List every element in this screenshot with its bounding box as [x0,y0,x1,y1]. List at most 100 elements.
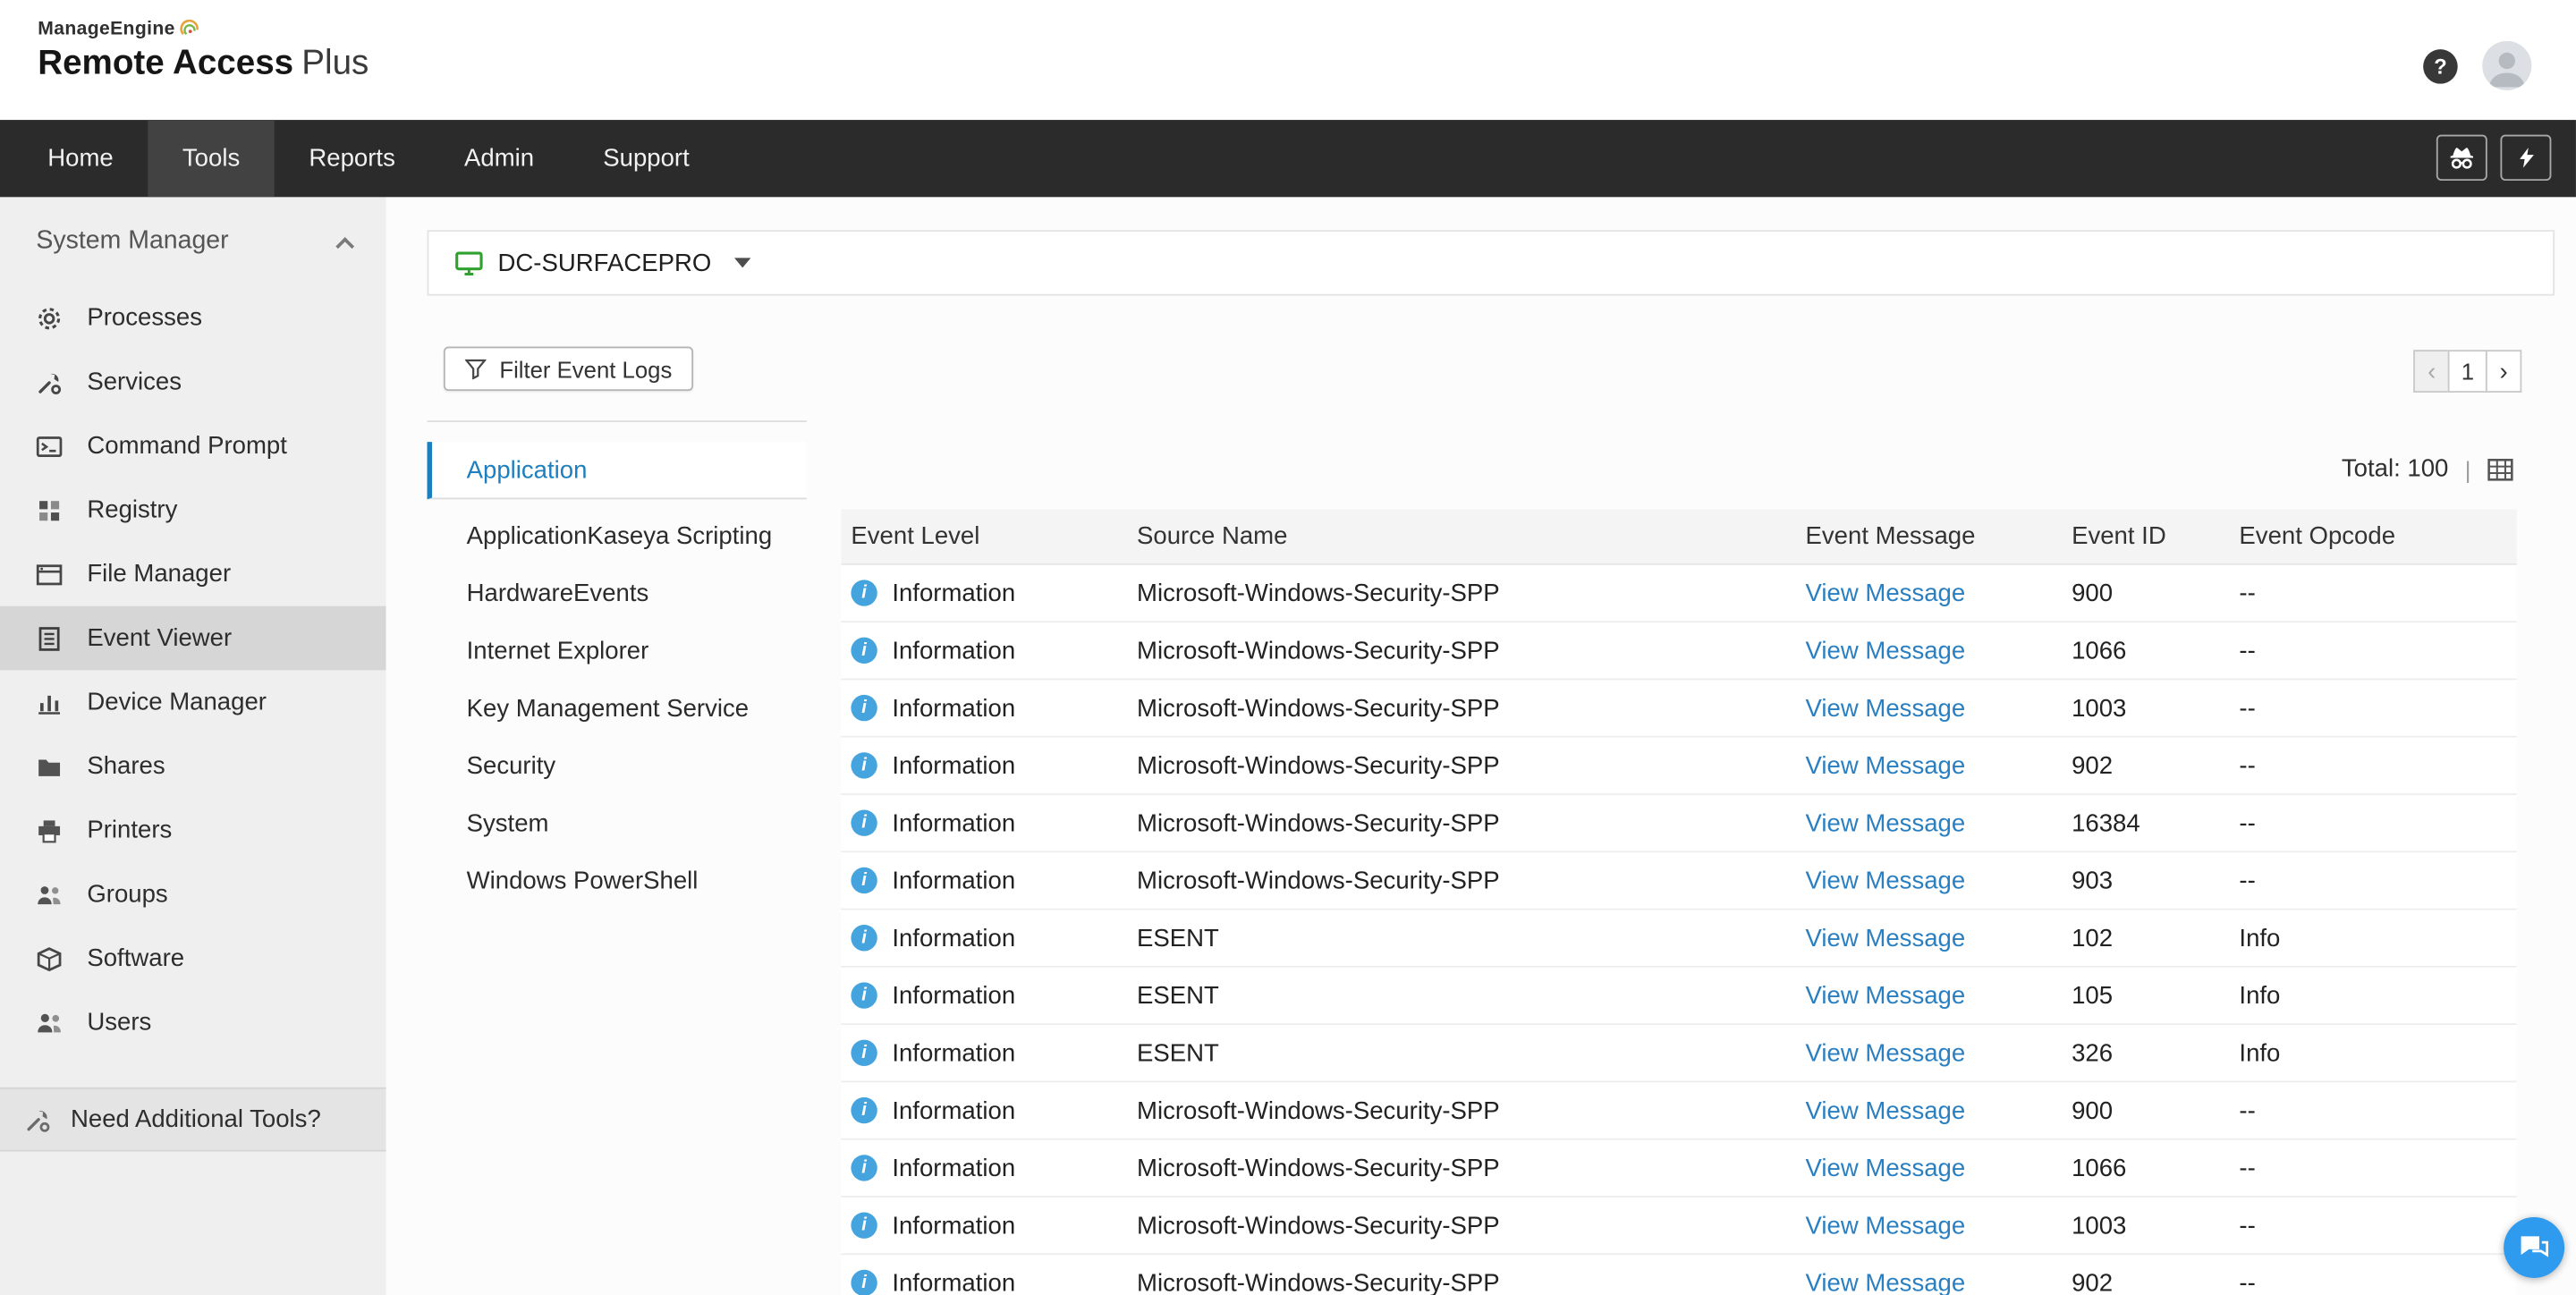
sidebar-item-groups[interactable]: Groups [0,862,386,927]
view-message-link[interactable]: View Message [1806,751,1966,779]
software-icon [36,945,65,971]
pagination-prev-button[interactable]: ‹ [2413,350,2449,393]
brand-swoosh-icon [178,20,199,43]
source-name: Microsoft-Windows-Security-SPP [1127,1140,1796,1196]
event-level: Information [892,1096,1015,1124]
sidebar-item-registry[interactable]: Registry [0,478,386,542]
event-viewer-icon [36,625,65,651]
event-level: Information [892,1154,1015,1181]
device-selector[interactable]: DC-SURFACEPRO [428,230,2555,295]
table-meta: Total: 100 | [2342,455,2513,483]
sidebar-item-printers[interactable]: Printers [0,799,386,863]
event-level: Information [892,1039,1015,1067]
event-level: Information [892,809,1015,837]
view-message-link[interactable]: View Message [1806,867,1966,894]
source-name: Microsoft-Windows-Security-SPP [1127,795,1796,851]
view-message-link[interactable]: View Message [1806,924,1966,952]
info-icon: i [851,1212,877,1238]
event-table-body: i Information Microsoft-Windows-Security-S… [841,565,2516,1295]
source-name: ESENT [1127,910,1796,966]
sidebar-item-shares[interactable]: Shares [0,734,386,799]
table-row: iInformationMicrosoft-Windows-Security-S… [841,1198,2516,1255]
chat-launcher-button[interactable] [2504,1217,2564,1278]
category-windows-powershell[interactable]: Windows PowerShell [428,852,807,910]
view-message-link[interactable]: View Message [1806,981,1966,1009]
view-message-link[interactable]: View Message [1806,1039,1966,1067]
pagination-current-page[interactable]: 1 [2448,350,2487,393]
event-opcode: Info [2229,1025,2516,1080]
nav-item-admin[interactable]: Admin [429,120,568,197]
category-key-management-service[interactable]: Key Management Service [428,680,807,737]
sidebar-item-users[interactable]: Users [0,991,386,1055]
event-id: 326 [2062,1025,2229,1080]
incognito-mode-button[interactable] [2436,135,2487,181]
category-internet-explorer[interactable]: Internet Explorer [428,622,807,680]
nav-item-tools[interactable]: Tools [148,120,274,197]
table-row: iInformationMicrosoft-Windows-Security-S… [841,1255,2516,1295]
avatar-person-icon [2482,41,2531,90]
category-system[interactable]: System [428,795,807,852]
brand-company-line: ManageEngine [38,20,369,43]
sidebar-menu: ProcessesServices Command Prompt RegistryF… [0,286,386,1055]
help-icon[interactable]: ? [2423,48,2458,83]
sidebar-item-services[interactable]: Services [0,350,386,414]
sidebar-section-system-manager[interactable]: System Manager [0,197,386,285]
info-icon: i [851,638,877,664]
view-message-link[interactable]: View Message [1806,1269,1966,1295]
column-header-event-opcode: Event Opcode [2229,509,2516,563]
category-applicationkaseya-scripting[interactable]: ApplicationKaseya Scripting [428,508,807,565]
sidebar-item-label: Event Viewer [87,624,232,652]
event-viewer-content: DC-SURFACEPRO Filter Event Logs ‹ 1 › Ap… [386,197,2576,1295]
sidebar-item-file-manager[interactable]: File Manager [0,542,386,606]
sidebar-item-label: Shares [87,752,165,780]
sidebar-item-label: Groups [87,880,167,908]
sidebar-item-software[interactable]: Software [0,927,386,991]
filter-event-logs-button[interactable]: Filter Event Logs [444,347,693,392]
event-level: Information [892,637,1015,664]
nav-item-support[interactable]: Support [569,120,724,197]
category-application[interactable]: Application [428,442,807,499]
sidebar-item-label: Command Prompt [87,432,287,460]
event-id: 1066 [2062,622,2229,678]
nav-item-reports[interactable]: Reports [275,120,430,197]
table-row: iInformationESENTView Message105Info [841,968,2516,1025]
product-name: Remote AccessPlus [38,45,369,84]
pagination-next-button[interactable]: › [2486,350,2521,393]
event-log-table: Event LevelSource NameEvent MessageEvent… [841,509,2516,1295]
need-additional-tools-button[interactable]: Need Additional Tools? [0,1088,386,1152]
nav-item-home[interactable]: Home [13,120,148,197]
monitor-icon [455,250,483,275]
grid-view-icon[interactable] [2487,456,2513,482]
sidebar-item-device-manager[interactable]: Device Manager [0,670,386,734]
view-message-link[interactable]: View Message [1806,809,1966,837]
view-message-link[interactable]: View Message [1806,579,1966,606]
user-avatar[interactable] [2482,41,2531,90]
view-message-link[interactable]: View Message [1806,1096,1966,1124]
event-opcode: -- [2229,1082,2516,1138]
info-icon: i [851,982,877,1008]
view-message-link[interactable]: View Message [1806,1154,1966,1181]
users-icon [36,1010,65,1036]
table-row: iInformationMicrosoft-Windows-Security-S… [841,1140,2516,1198]
sidebar-item-command-prompt[interactable]: Command Prompt [0,414,386,478]
services-icon [36,368,65,394]
view-message-link[interactable]: View Message [1806,637,1966,664]
view-message-link[interactable]: View Message [1806,1212,1966,1240]
info-icon: i [851,695,877,721]
category-hardwareevents[interactable]: HardwareEvents [428,565,807,622]
column-header-event-id: Event ID [2062,509,2229,563]
sidebar-item-processes[interactable]: Processes [0,286,386,351]
sidebar-item-event-viewer[interactable]: Event Viewer [0,606,386,671]
event-level: Information [892,1269,1015,1295]
event-opcode: -- [2229,680,2516,735]
category-security[interactable]: Security [428,738,807,795]
event-level: Information [892,867,1015,894]
filter-button-label: Filter Event Logs [499,356,672,382]
sidebar-section-title: System Manager [36,226,228,256]
view-message-link[interactable]: View Message [1806,694,1966,722]
brand-logo[interactable]: ManageEngine Remote AccessPlus [38,20,369,84]
info-icon: i [851,868,877,893]
quick-launch-button[interactable] [2500,135,2551,181]
event-opcode: -- [2229,565,2516,621]
source-name: ESENT [1127,968,1796,1023]
